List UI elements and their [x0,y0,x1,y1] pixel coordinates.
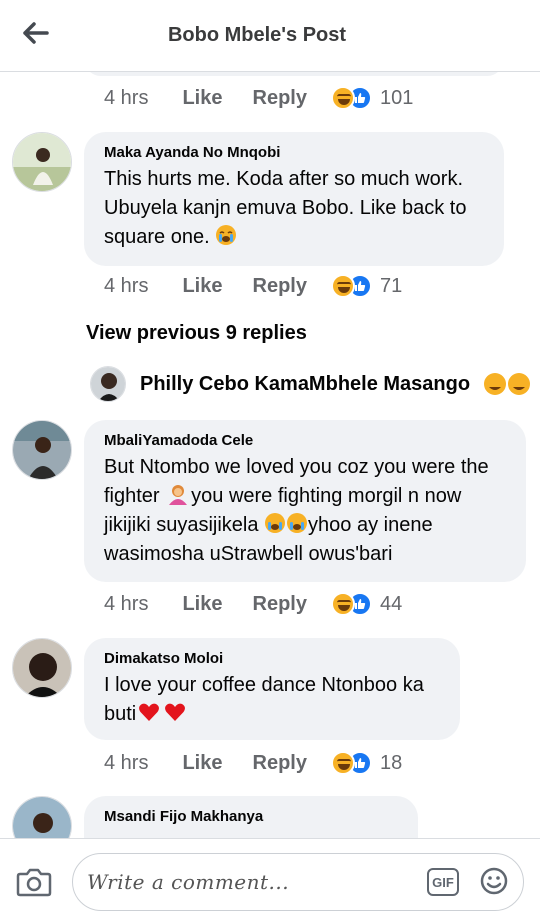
camera-icon [16,868,52,897]
comment-author[interactable]: Dimakatso Moloi [104,650,440,667]
timestamp: 4 hrs [104,86,149,109]
comment-actions: 4 hrs Like Reply 18 [104,751,402,775]
reaction-summary[interactable] [330,592,372,616]
reply-preview[interactable]: Philly Cebo KamaMbhele Masango [90,366,538,402]
crying-emoji-icon [216,225,237,245]
comment-input-placeholder: Write a comment... [87,870,290,894]
reaction-summary[interactable] [330,86,372,110]
like-button[interactable]: Like [182,752,222,775]
reaction-count: 101 [379,86,414,109]
reply-button[interactable]: Reply [253,752,307,775]
reaction-count: 71 [379,274,403,297]
comment-bubble[interactable]: Maka Ayanda No Mnqobi This hurts me. Kod… [84,132,504,266]
reaction-count: 18 [379,751,403,774]
timestamp: 4 hrs [104,751,149,774]
comment-composer: Write a comment... GIF [0,838,540,923]
laughing-emoji-icon [330,592,355,616]
comment-text: This hurts me. Koda after so much work. … [104,168,467,248]
arrow-left-icon [23,22,49,44]
comment-input[interactable]: Write a comment... GIF [72,853,524,911]
page-title: Bobo Mbele's Post [167,24,347,46]
avatar[interactable] [12,132,72,192]
comment-actions: 4 hrs Like Reply 71 [104,274,402,298]
reply-author[interactable]: Philly Cebo KamaMbhele Masango [140,373,470,396]
avatar[interactable] [12,420,72,480]
reaction-summary[interactable] [330,751,372,775]
like-button[interactable]: Like [182,275,222,298]
back-button[interactable] [20,18,52,48]
timestamp: 4 hrs [104,592,149,615]
top-bar: Bobo Mbele's Post [0,0,540,72]
previous-comment-bubble [84,72,504,76]
like-button[interactable]: Like [182,593,222,616]
person-gesturing-emoji-icon [169,485,188,505]
avatar[interactable] [90,366,126,402]
avatar[interactable] [12,638,72,698]
laughing-emoji-icon [330,274,355,298]
comment-text: But Ntombo we loved you coz you were the… [104,456,489,565]
red-heart-icon [165,703,186,721]
laughing-emoji-icon [330,751,355,775]
comment-actions: 4 hrs Like Reply 101 [104,86,413,110]
comment-bubble[interactable]: Dimakatso Moloi I love your coffee dance… [84,638,460,740]
emoji-button[interactable] [479,866,509,896]
avatar[interactable] [12,796,72,838]
red-heart-icon [139,703,160,721]
timestamp: 4 hrs [104,274,149,297]
laughing-emoji-icon [330,86,355,110]
smiley-icon [480,867,508,895]
reply-button[interactable]: Reply [253,275,307,298]
comment-actions: 4 hrs Like Reply 44 [104,592,402,616]
comment-bubble[interactable]: Msandi Fijo Makhanya [84,796,418,838]
camera-button[interactable] [16,867,52,899]
reaction-count: 44 [379,592,403,615]
comment-author[interactable]: MbaliYamadoda Cele [104,432,506,449]
reply-button[interactable]: Reply [253,593,307,616]
like-button[interactable]: Like [182,87,222,110]
crying-emoji-icon [287,513,308,533]
gif-button[interactable]: GIF [427,868,459,896]
comment-author[interactable]: Maka Ayanda No Mnqobi [104,144,484,161]
comment-text: I love your coffee dance Ntonboo ka buti [104,674,424,725]
comment-feed[interactable]: 4 hrs Like Reply 101 Maka Ayanda No Mnqo… [0,72,540,838]
reaction-summary[interactable] [330,274,372,298]
crying-emoji-icon [265,513,286,533]
laughing-emoji-icon [484,373,531,395]
view-previous-replies-link[interactable]: View previous 9 replies [86,322,307,345]
reply-button[interactable]: Reply [253,87,307,110]
comment-bubble[interactable]: MbaliYamadoda Cele But Ntombo we loved y… [84,420,526,582]
comment-author[interactable]: Msandi Fijo Makhanya [104,808,398,825]
